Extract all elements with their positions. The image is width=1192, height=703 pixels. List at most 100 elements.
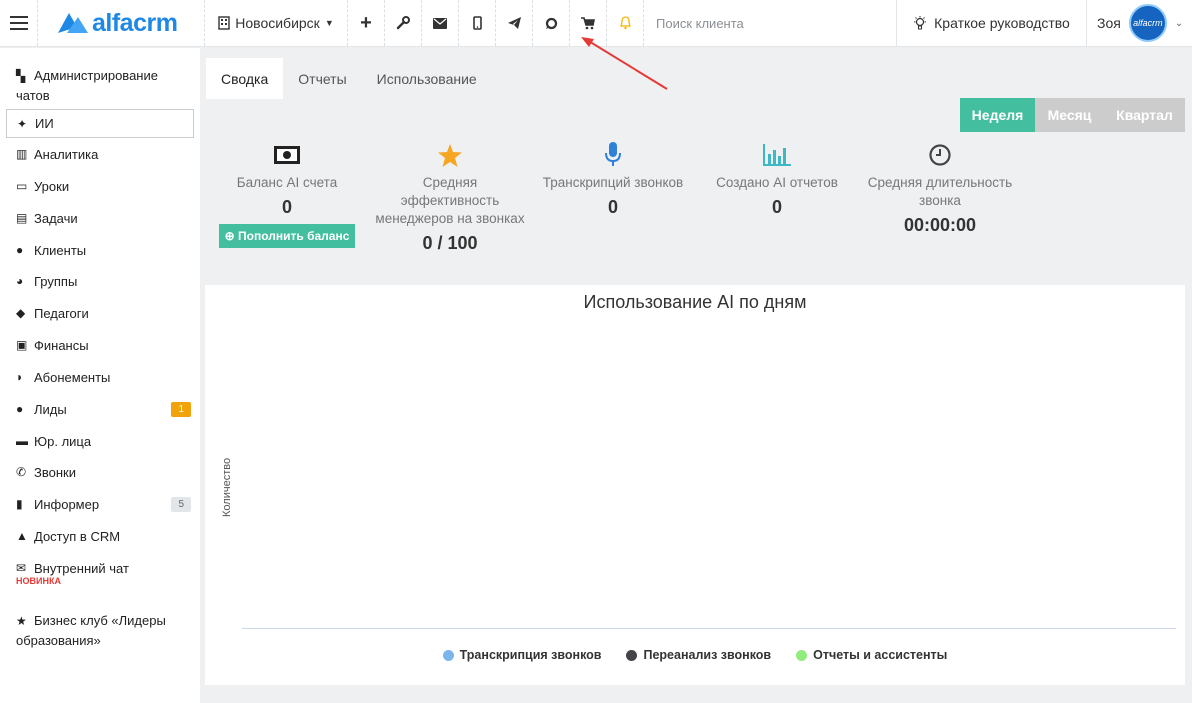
sidebar-item-label: Абонементы — [34, 370, 111, 385]
sidebar-item-label: Администрирование чатов — [16, 68, 158, 103]
sidebar-item-subscriptions[interactable]: ◗ Абонементы — [6, 370, 194, 385]
logo-mark-icon — [58, 13, 88, 33]
stat-label: Баланс AI счета — [236, 175, 338, 190]
ai-usage-chart: Использование AI по дням Количество Тран… — [205, 285, 1185, 685]
money-bill-icon — [274, 146, 300, 164]
top-up-balance-button[interactable]: ⊕ Пополнить баланс — [218, 224, 356, 248]
sidebar-item-label: Клиенты — [34, 243, 87, 258]
quick-guide-label: Краткое руководство — [934, 15, 1070, 31]
sidebar-item-chat-admin[interactable]: ▚ Администрирование чатов — [6, 66, 194, 106]
stat-value: 0 — [281, 197, 292, 217]
lock-icon: ▲ — [16, 529, 28, 543]
legend-label: Транскрипция звонков — [459, 648, 602, 662]
telegram-button[interactable] — [496, 0, 533, 46]
sidebar-item-finance[interactable]: ▣ Финансы — [6, 338, 194, 353]
clipboard-icon: ▤ — [16, 211, 28, 225]
users-icon: ◕ — [16, 274, 24, 288]
chat-button[interactable] — [533, 0, 570, 46]
book-icon: ▮ — [16, 497, 23, 511]
sidebar-item-internal-chat[interactable]: ✉ Внутренний чат НОВИНКА — [6, 561, 194, 586]
wrench-icon — [396, 16, 410, 30]
sidebar-item-label: Аналитика — [34, 147, 99, 162]
period-week-button[interactable]: Неделя — [960, 98, 1035, 132]
stat-label: Транскрипций звонков — [542, 175, 684, 190]
sidebar-item-label: Бизнес клуб «Лидеры образования» — [16, 613, 166, 648]
caret-down-icon: ▼ — [324, 18, 334, 28]
period-switch: Неделя Месяц Квартал — [960, 98, 1185, 132]
lightbulb-icon — [914, 15, 927, 29]
user-menu[interactable]: Зоя alfacrm ⌄ — [1087, 0, 1192, 46]
quick-guide-link[interactable]: Краткое руководство — [897, 0, 1087, 46]
microphone-icon — [605, 142, 621, 166]
legend-item-transcription[interactable]: Транскрипция звонков — [442, 648, 602, 662]
money-icon: ▣ — [16, 338, 28, 352]
tab-usage[interactable]: Использование — [362, 58, 492, 99]
stat-value: 0 — [771, 197, 782, 217]
mail-button[interactable] — [422, 0, 459, 46]
bar-chart-icon — [763, 144, 791, 166]
sidebar-item-crm-access[interactable]: ▲ Доступ в CRM — [6, 529, 194, 544]
y-axis-label: Количество — [221, 457, 233, 517]
sidebar-item-clients[interactable]: ● Клиенты — [6, 243, 194, 258]
x-axis-line — [242, 628, 1176, 629]
mobile-icon — [472, 16, 482, 30]
cart-icon — [581, 16, 595, 29]
avatar: alfacrm — [1128, 4, 1167, 42]
tab-summary[interactable]: Сводка — [206, 58, 284, 99]
chart-legend: Транскрипция звонков Переанализ звонков … — [205, 648, 1185, 662]
sidebar-item-informer[interactable]: ▮ Информер 5 — [6, 497, 194, 512]
user-plus-icon: ● — [16, 402, 24, 416]
search-input[interactable] — [656, 15, 876, 31]
sidebar-item-ai[interactable]: ✦ ИИ — [6, 109, 194, 138]
informer-count-badge: 5 — [171, 497, 191, 512]
sidebar-item-label: ИИ — [35, 116, 54, 131]
city-selector[interactable]: Новосибирск ▼ — [205, 0, 348, 46]
add-button[interactable]: + — [348, 0, 385, 46]
chevron-down-icon: ⌄ — [1174, 17, 1184, 29]
sidebar-item-label: Педагоги — [34, 306, 89, 321]
period-quarter-button[interactable]: Квартал — [1104, 98, 1185, 132]
legend-marker — [626, 649, 638, 661]
bell-icon — [619, 16, 631, 30]
star-icon — [438, 143, 462, 167]
sidebar-item-leads[interactable]: ● Лиды 1 — [6, 402, 194, 417]
period-month-button[interactable]: Месяц — [1035, 98, 1104, 132]
telegram-icon — [507, 17, 521, 29]
mobile-button[interactable] — [459, 0, 496, 46]
tag-icon: ◗ — [16, 370, 24, 384]
sidebar-item-label: Финансы — [34, 338, 89, 353]
sidebar-item-lessons[interactable]: ▭ Уроки — [6, 179, 194, 194]
plus-circle-icon: ⊕ — [224, 229, 235, 243]
legend-item-reports[interactable]: Отчеты и ассистенты — [796, 648, 947, 662]
sidebar-item-analytics[interactable]: ▥ Аналитика — [6, 147, 194, 162]
sidebar-item-groups[interactable]: ◕ Группы — [6, 274, 194, 289]
sidebar-item-label: Уроки — [34, 179, 70, 194]
legend-item-reanalysis[interactable]: Переанализ звонков — [626, 648, 771, 662]
client-search[interactable] — [644, 0, 897, 46]
graduation-icon: ◆ — [16, 306, 26, 320]
chart-title: Использование AI по дням — [583, 292, 807, 312]
map-icon: ▥ — [16, 147, 28, 161]
sidebar-item-label: Группы — [34, 274, 78, 289]
stat-value: 00:00:00 — [903, 215, 977, 235]
sidebar-item-calls[interactable]: ✆ Звонки — [6, 465, 194, 480]
logo[interactable]: alfacrm — [38, 0, 205, 46]
sidebar-item-business-club[interactable]: ★ Бизнес клуб «Лидеры образования» — [6, 611, 194, 651]
main-tabs: Сводка Отчеты Использование — [206, 58, 492, 99]
menu-toggle-button[interactable] — [0, 0, 38, 46]
sidebar-item-tasks[interactable]: ▤ Задачи — [6, 211, 194, 226]
legend-marker — [442, 649, 454, 661]
stat-ai-reports: Создано AI отчетов 0 — [712, 142, 842, 216]
stat-value: 0 — [607, 197, 618, 217]
sidebar-item-label: Доступ в CRM — [34, 529, 121, 544]
sidebar-item-label: Лиды — [34, 402, 67, 417]
settings-button[interactable] — [385, 0, 422, 46]
sidebar-item-teachers[interactable]: ◆ Педагоги — [6, 306, 194, 321]
sidebar-item-legal-entities[interactable]: ▬ Юр. лица — [6, 434, 194, 449]
legend-marker — [796, 649, 808, 661]
tab-reports[interactable]: Отчеты — [283, 58, 361, 99]
envelope-icon: ✉ — [16, 561, 27, 575]
stat-value: 0 / 100 — [422, 233, 478, 253]
sidebar: ▚ Администрирование чатов ✦ ИИ ▥ Аналитик… — [0, 48, 200, 703]
sidebar-item-label: Информер — [34, 497, 100, 512]
